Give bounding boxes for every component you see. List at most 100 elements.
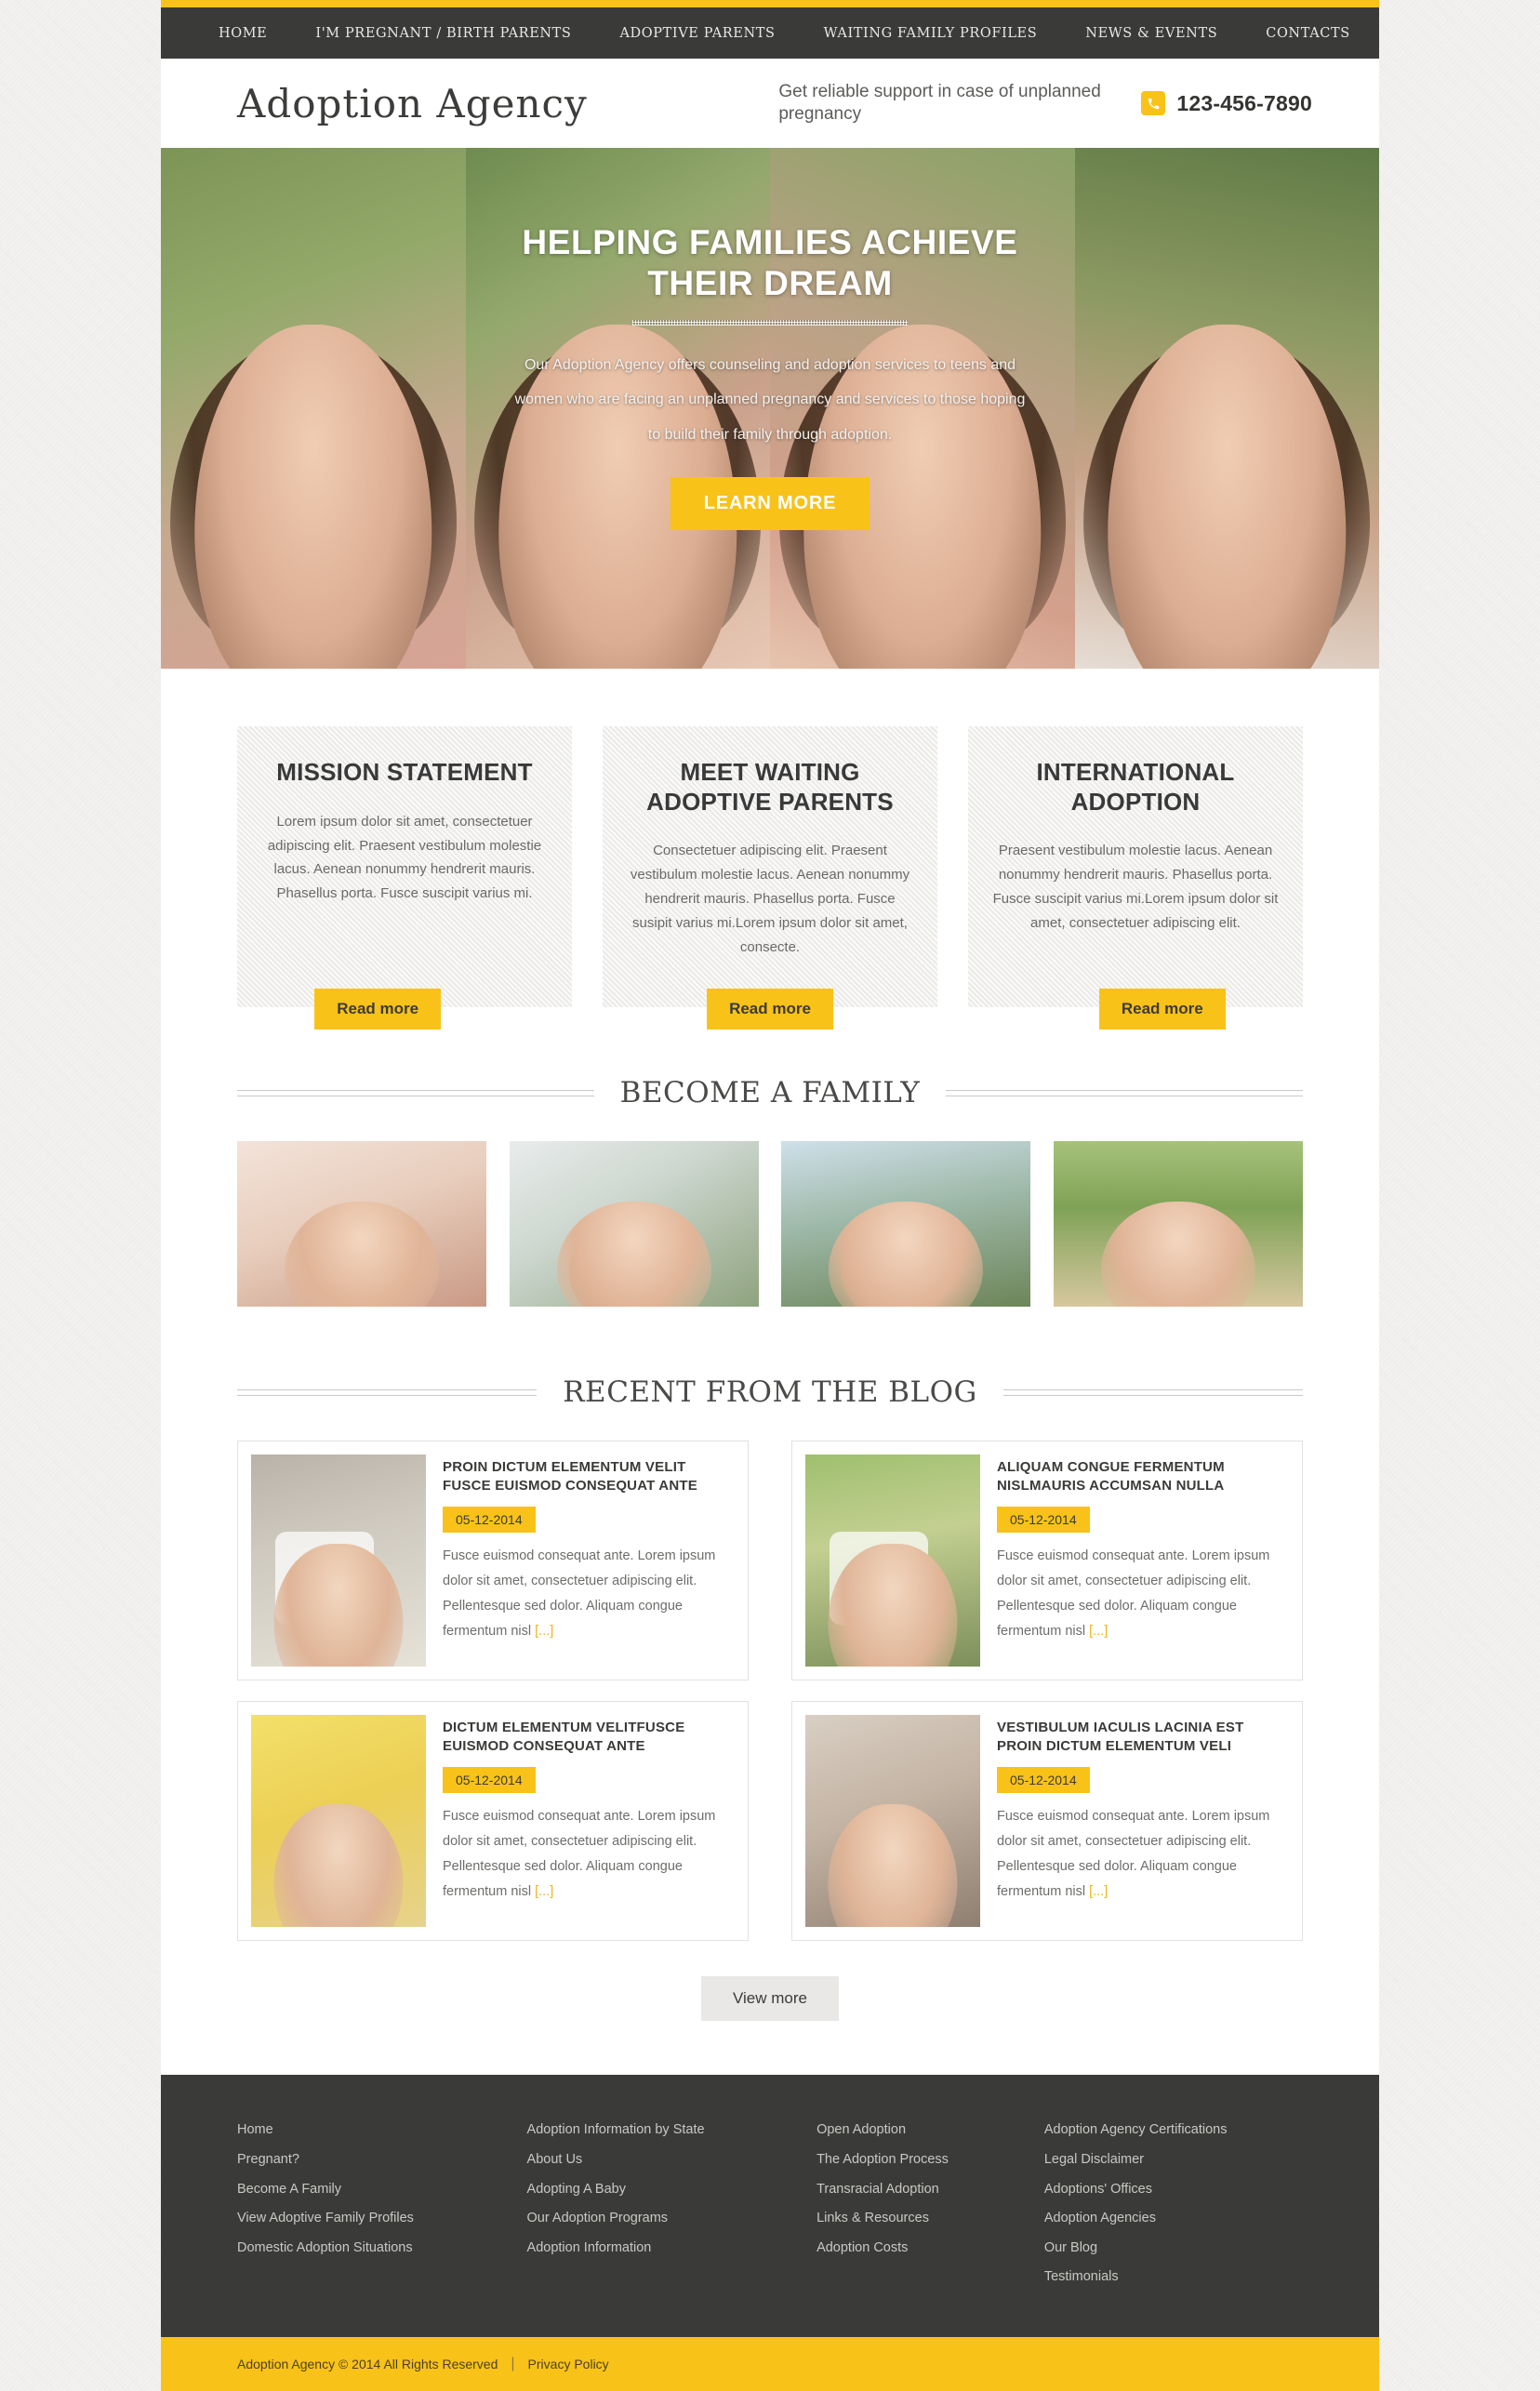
- blog-thumbnail-family-dog[interactable]: [805, 1455, 980, 1667]
- footer-link-adoption-agency-certifications[interactable]: Adoption Agency Certifications: [1044, 2116, 1303, 2145]
- footer-column-3: Open Adoption The Adoption Process Trans…: [816, 2116, 1044, 2292]
- blog-post-excerpt: Fusce euismod consequat ante. Lorem ipsu…: [997, 1804, 1289, 1905]
- read-more-button-waiting-parents[interactable]: Read more: [707, 989, 833, 1030]
- footer-link-adoption-information[interactable]: Adoption Information: [527, 2234, 817, 2264]
- feature-title: MEET WAITING ADOPTIVE PARENTS: [646, 758, 894, 816]
- blog-post-body: VESTIBULUM IACULIS LACINIA EST PROIN DIC…: [997, 1715, 1289, 1927]
- footer-link-home[interactable]: Home: [237, 2116, 527, 2145]
- blog-post-grid: PROIN DICTUM ELEMENTUM VELIT FUSCE EUISM…: [161, 1409, 1379, 1961]
- footer-link-become-a-family[interactable]: Become A Family: [237, 2175, 527, 2205]
- blog-post-body: ALIQUAM CONGUE FERMENTUM NISLMAURIS ACCU…: [997, 1455, 1289, 1667]
- excerpt-text: Fusce euismod consequat ante. Lorem ipsu…: [997, 1809, 1270, 1899]
- hero-slider: HELPING FAMILIES ACHIEVE THEIR DREAM Our…: [161, 148, 1379, 669]
- hero-description: Our Adoption Agency offers counseling an…: [514, 356, 1026, 443]
- blog-post-date: 05-12-2014: [997, 1507, 1090, 1534]
- footer-link-pregnant[interactable]: Pregnant?: [237, 2145, 527, 2175]
- read-more-ellipsis-link[interactable]: [...]: [535, 1884, 553, 1899]
- gallery-item-family-of-four[interactable]: [781, 1141, 1031, 1308]
- blog-post-card: PROIN DICTUM ELEMENTUM VELIT FUSCE EUISM…: [237, 1441, 749, 1681]
- privacy-policy-link[interactable]: Privacy Policy: [528, 2357, 609, 2371]
- blog-post-body: DICTUM ELEMENTUM VELITFUSCE EUISMOD CONS…: [443, 1715, 735, 1927]
- footer-link-adoptions-offices[interactable]: Adoptions' Offices: [1044, 2175, 1303, 2205]
- footer-link-our-blog[interactable]: Our Blog: [1044, 2234, 1303, 2264]
- footer-link-about-us[interactable]: About Us: [527, 2145, 817, 2175]
- nav-item-news-events[interactable]: NEWS & EVENTS: [1085, 26, 1217, 41]
- footer-link-adopting-a-baby[interactable]: Adopting A Baby: [527, 2175, 817, 2205]
- footer-link-legal-disclaimer[interactable]: Legal Disclaimer: [1044, 2145, 1303, 2175]
- excerpt-text: Fusce euismod consequat ante. Lorem ipsu…: [443, 1809, 716, 1899]
- blog-thumbnail-mother-baby[interactable]: [251, 1715, 426, 1928]
- footer-column-1: Home Pregnant? Become A Family View Adop…: [237, 2116, 527, 2292]
- gallery-item-baby-bottle[interactable]: [237, 1141, 486, 1308]
- hero-image-4: [1074, 148, 1379, 669]
- excerpt-text: Fusce euismod consequat ante. Lorem ipsu…: [997, 1548, 1270, 1639]
- blog-post-body: PROIN DICTUM ELEMENTUM VELIT FUSCE EUISM…: [443, 1455, 735, 1667]
- blog-post-excerpt: Fusce euismod consequat ante. Lorem ipsu…: [443, 1544, 735, 1644]
- footer-link-adoption-costs[interactable]: Adoption Costs: [816, 2234, 1044, 2264]
- heading-rule-right: [946, 1089, 1303, 1096]
- footer-link-view-adoptive-family-profiles[interactable]: View Adoptive Family Profiles: [237, 2204, 527, 2234]
- read-more-ellipsis-link[interactable]: [...]: [1089, 1884, 1108, 1899]
- blog-post-title[interactable]: VESTIBULUM IACULIS LACINIA EST PROIN DIC…: [997, 1719, 1289, 1756]
- site-logo[interactable]: Adoption Agency: [237, 81, 588, 126]
- heading-rule-left: [237, 1089, 594, 1096]
- nav-item-waiting-family-profiles[interactable]: WAITING FAMILY PROFILES: [824, 26, 1038, 41]
- blog-post-card: ALIQUAM CONGUE FERMENTUM NISLMAURIS ACCU…: [791, 1441, 1303, 1681]
- blog-thumbnail-parents-toddler[interactable]: [805, 1715, 980, 1928]
- blog-post-title[interactable]: PROIN DICTUM ELEMENTUM VELIT FUSCE EUISM…: [443, 1458, 735, 1495]
- site-header: Adoption Agency Get reliable support in …: [161, 59, 1379, 148]
- heading-rule-right: [1002, 1388, 1304, 1396]
- read-more-ellipsis-link[interactable]: [...]: [535, 1624, 553, 1639]
- feature-box-meet-waiting-adoptive-parents: MEET WAITING ADOPTIVE PARENTS Consectetu…: [603, 726, 937, 1030]
- blog-post-title[interactable]: ALIQUAM CONGUE FERMENTUM NISLMAURIS ACCU…: [997, 1458, 1289, 1495]
- excerpt-text: Fusce euismod consequat ante. Lorem ipsu…: [443, 1548, 716, 1639]
- nav-item-home[interactable]: HOME: [219, 26, 267, 41]
- blog-post-title[interactable]: DICTUM ELEMENTUM VELITFUSCE EUISMOD CONS…: [443, 1719, 735, 1756]
- read-more-ellipsis-link[interactable]: [...]: [1089, 1624, 1108, 1639]
- learn-more-button[interactable]: LEARN MORE: [670, 476, 870, 530]
- footer-link-links-resources[interactable]: Links & Resources: [816, 2204, 1044, 2234]
- blog-thumbnail-girl-heart[interactable]: [251, 1455, 426, 1667]
- top-accent-bar: [161, 0, 1379, 7]
- feature-text: Consectetuer adipiscing elit. Praesent v…: [630, 843, 910, 955]
- footer-link-testimonials[interactable]: Testimonials: [1044, 2263, 1303, 2292]
- header-right: Get reliable support in case of unplanne…: [778, 81, 1312, 126]
- main-navigation[interactable]: HOME I'M PREGNANT / BIRTH PARENTS ADOPTI…: [161, 7, 1379, 59]
- phone-number[interactable]: 123-456-7890: [1176, 91, 1312, 116]
- view-more-button[interactable]: View more: [701, 1976, 839, 2022]
- footer-link-adoption-agencies[interactable]: Adoption Agencies: [1044, 2204, 1303, 2234]
- gallery-item-crawling-baby[interactable]: [1053, 1141, 1303, 1308]
- nav-item-im-pregnant[interactable]: I'M PREGNANT / BIRTH PARENTS: [315, 26, 571, 41]
- copyright-text: Adoption Agency © 2014 All Rights Reserv…: [237, 2357, 498, 2372]
- nav-item-adoptive-parents[interactable]: ADOPTIVE PARENTS: [619, 26, 775, 41]
- hero-image-1: [161, 148, 466, 669]
- view-more-wrapper: View more: [161, 1961, 1379, 2075]
- read-more-button-international[interactable]: Read more: [1098, 989, 1226, 1030]
- feature-box-mission-statement: MISSION STATEMENT Lorem ipsum dolor sit …: [237, 726, 572, 1030]
- section-title: RECENT FROM THE BLOG: [563, 1375, 977, 1410]
- copyright-bar: Adoption Agency © 2014 All Rights Reserv…: [161, 2337, 1379, 2391]
- feature-boxes: MISSION STATEMENT Lorem ipsum dolor sit …: [161, 669, 1379, 1030]
- copyright-separator: |: [511, 2356, 515, 2372]
- gallery-item-father-daughter[interactable]: [509, 1141, 759, 1308]
- footer-link-the-adoption-process[interactable]: The Adoption Process: [816, 2145, 1044, 2175]
- feature-title: MISSION STATEMENT: [276, 758, 533, 786]
- blog-post-card: DICTUM ELEMENTUM VELITFUSCE EUISMOD CONS…: [237, 1701, 749, 1942]
- footer-link-our-adoption-programs[interactable]: Our Adoption Programs: [527, 2204, 817, 2234]
- nav-item-contacts[interactable]: CONTACTS: [1266, 26, 1350, 41]
- feature-title: INTERNATIONAL ADOPTION: [1036, 758, 1235, 816]
- blog-post-excerpt: Fusce euismod consequat ante. Lorem ipsu…: [443, 1804, 735, 1905]
- feature-text: Praesent vestibulum molestie lacus. Aene…: [992, 843, 1279, 931]
- footer-link-adoption-information-by-state[interactable]: Adoption Information by State: [527, 2116, 817, 2145]
- footer-link-transracial-adoption[interactable]: Transracial Adoption: [816, 2175, 1044, 2205]
- footer-link-open-adoption[interactable]: Open Adoption: [816, 2116, 1044, 2145]
- read-more-button-mission[interactable]: Read more: [314, 989, 442, 1030]
- feature-text: Lorem ipsum dolor sit amet, consectetuer…: [267, 813, 542, 902]
- hero-divider: [632, 319, 908, 325]
- page-root: HOME I'M PREGNANT / BIRTH PARENTS ADOPTI…: [0, 0, 1540, 2391]
- footer-link-domestic-adoption-situations[interactable]: Domestic Adoption Situations: [237, 2234, 527, 2264]
- feature-box-international-adoption: INTERNATIONAL ADOPTION Praesent vestibul…: [968, 726, 1303, 1030]
- footer-column-4: Adoption Agency Certifications Legal Dis…: [1044, 2116, 1303, 2292]
- section-title: BECOME A FAMILY: [619, 1076, 921, 1110]
- phone-block[interactable]: 123-456-7890: [1141, 91, 1312, 116]
